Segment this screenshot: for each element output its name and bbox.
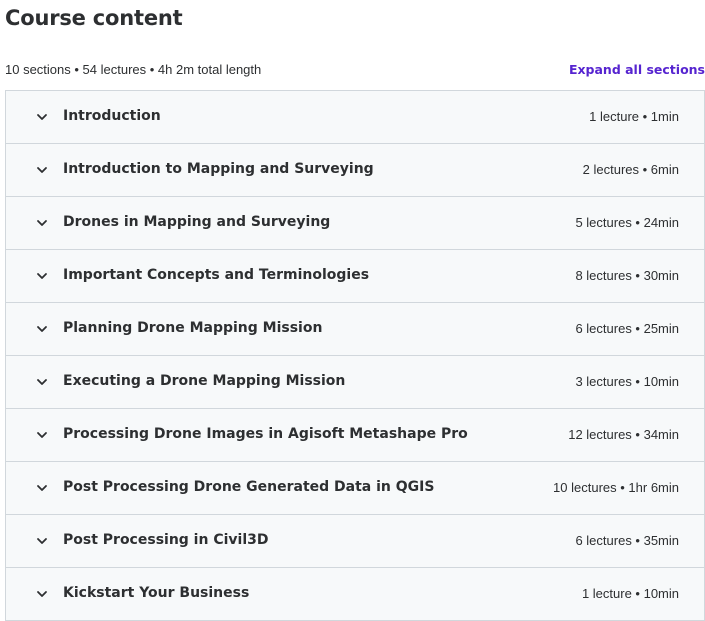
chevron-down-icon <box>35 375 49 389</box>
chevron-down-icon <box>35 322 49 336</box>
section-header[interactable]: Executing a Drone Mapping Mission 3 lect… <box>6 356 704 409</box>
section-header[interactable]: Important Concepts and Terminologies 8 l… <box>6 250 704 303</box>
section-title: Kickstart Your Business <box>63 585 250 601</box>
section-title: Executing a Drone Mapping Mission <box>63 373 346 389</box>
section-title: Post Processing in Civil3D <box>63 532 269 548</box>
section-title: Introduction to Mapping and Surveying <box>63 161 374 177</box>
expand-all-sections-button[interactable]: Expand all sections <box>569 62 705 77</box>
chevron-down-icon <box>35 428 49 442</box>
chevron-down-icon <box>35 534 49 548</box>
section-header[interactable]: Processing Drone Images in Agisoft Metas… <box>6 409 704 462</box>
section-meta: 6 lectures • 25min <box>575 321 679 336</box>
section-meta: 5 lectures • 24min <box>575 215 679 230</box>
section-title: Planning Drone Mapping Mission <box>63 320 323 336</box>
section-list: Introduction 1 lecture • 1min Introducti… <box>5 90 705 621</box>
section-title: Post Processing Drone Generated Data in … <box>63 479 435 495</box>
chevron-down-icon <box>35 216 49 230</box>
section-header[interactable]: Introduction 1 lecture • 1min <box>6 91 704 144</box>
section-header[interactable]: Drones in Mapping and Surveying 5 lectur… <box>6 197 704 250</box>
section-meta: 2 lectures • 6min <box>582 162 679 177</box>
section-meta: 8 lectures • 30min <box>575 268 679 283</box>
section-title: Important Concepts and Terminologies <box>63 267 370 283</box>
section-header[interactable]: Kickstart Your Business 1 lecture • 10mi… <box>6 568 704 620</box>
section-meta: 1 lecture • 10min <box>581 586 679 601</box>
section-header[interactable]: Planning Drone Mapping Mission 6 lecture… <box>6 303 704 356</box>
chevron-down-icon <box>35 481 49 495</box>
section-header[interactable]: Introduction to Mapping and Surveying 2 … <box>6 144 704 197</box>
chevron-down-icon <box>35 587 49 601</box>
section-meta: 1 lecture • 1min <box>589 109 679 124</box>
section-header[interactable]: Post Processing Drone Generated Data in … <box>6 462 704 515</box>
section-title: Introduction <box>63 108 161 124</box>
chevron-down-icon <box>35 110 49 124</box>
chevron-down-icon <box>35 269 49 283</box>
section-meta: 6 lectures • 35min <box>575 533 679 548</box>
page-title: Course content <box>5 6 183 30</box>
course-summary: 10 sections • 54 lectures • 4h 2m total … <box>5 62 262 77</box>
chevron-down-icon <box>35 163 49 177</box>
section-header[interactable]: Post Processing in Civil3D 6 lectures • … <box>6 515 704 568</box>
section-meta: 10 lectures • 1hr 6min <box>553 480 679 495</box>
section-title: Processing Drone Images in Agisoft Metas… <box>63 426 468 442</box>
section-meta: 12 lectures • 34min <box>568 427 679 442</box>
section-title: Drones in Mapping and Surveying <box>63 214 331 230</box>
section-meta: 3 lectures • 10min <box>575 374 679 389</box>
summary-row: 10 sections • 54 lectures • 4h 2m total … <box>5 61 705 81</box>
